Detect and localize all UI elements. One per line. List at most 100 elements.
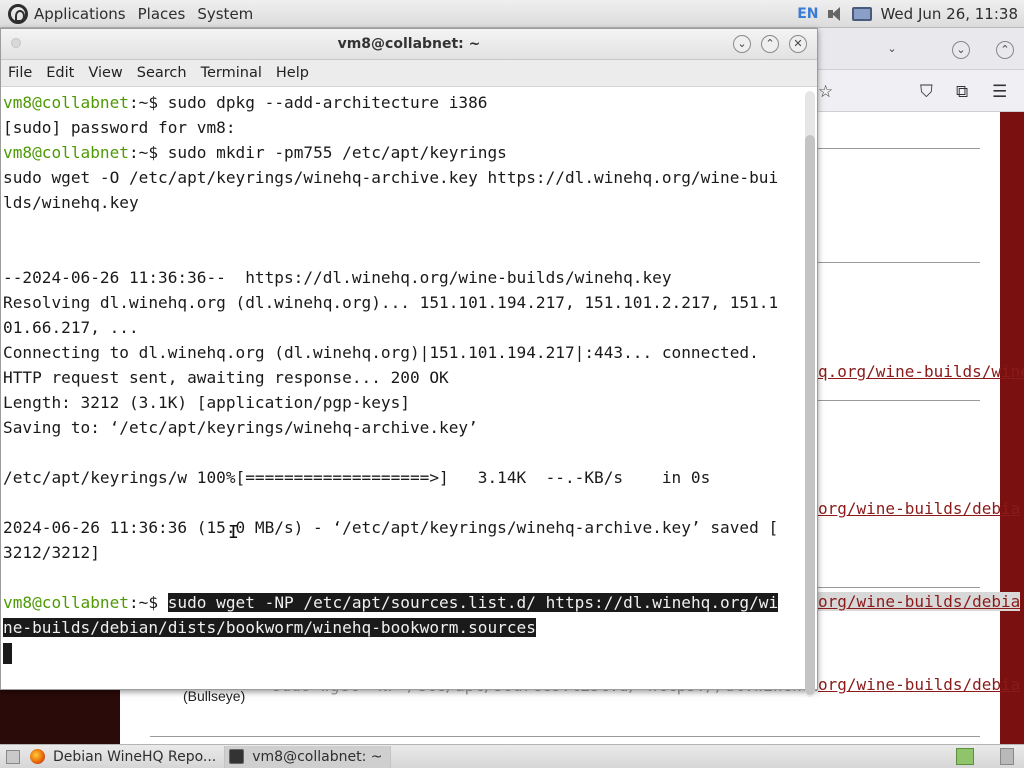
command-text: sudo dpkg --add-architecture i386 (167, 93, 488, 112)
applications-menu[interactable]: Applications (34, 5, 126, 23)
terminal-title-bar[interactable]: vm8@collabnet: ~ ⌄ ⌃ ✕ (1, 29, 817, 60)
output-text: /etc/apt/keyrings/w 100%[===============… (3, 468, 711, 487)
command-text: sudo mkdir -pm755 /etc/apt/keyrings (167, 143, 507, 162)
terminal-line: Saving to: ‘/etc/apt/keyrings/winehq-arc… (3, 415, 805, 440)
divider (818, 587, 980, 588)
taskbar-item-browser[interactable]: Debian WineHQ Repo... (26, 745, 226, 768)
terminal-line: 3212/3212] (3, 540, 805, 565)
output-text: --2024-06-26 11:36:36-- https://dl.wineh… (3, 268, 672, 287)
minimize-button[interactable]: ⌄ (733, 35, 751, 53)
output-text: 01.66.217, ... (3, 318, 139, 337)
page-side-strip (1000, 112, 1024, 744)
scrollbar-thumb[interactable] (805, 135, 815, 695)
output-text: 2024-06-26 11:36:36 (15.0 MB/s) - ‘/etc/… (3, 518, 779, 537)
clock[interactable]: Wed Jun 26, 11:38 (880, 5, 1018, 23)
bullseye-label: (Bullseye) (183, 688, 246, 704)
shell-prompt: vm8@collabnet (3, 143, 129, 162)
pocket-icon[interactable]: ⛉ (920, 82, 933, 102)
bottom-panel: Debian WineHQ Repo... vm8@collabnet: ~ (0, 744, 1024, 768)
hamburger-menu-icon[interactable]: ☰ (992, 82, 1007, 102)
terminal-menubar: File Edit View Search Terminal Help (1, 60, 817, 87)
divider (818, 148, 980, 149)
browser-title-bar: ⌄ ⌄ ⌃ (800, 28, 1024, 70)
shell-prompt: vm8@collabnet (3, 593, 129, 612)
terminal-line: 2024-06-26 11:36:36 (15.0 MB/s) - ‘/etc/… (3, 515, 805, 540)
prompt-suffix: :~$ (128, 143, 168, 162)
bookmark-star-icon[interactable]: ☆ (818, 82, 833, 102)
output-text: Resolving dl.winehq.org (dl.winehq.org).… (3, 293, 779, 312)
divider (150, 736, 980, 737)
menu-terminal[interactable]: Terminal (201, 65, 262, 81)
terminal-icon (229, 749, 245, 764)
shell-prompt: vm8@collabnet (3, 93, 129, 112)
divider (818, 262, 980, 263)
output-text: HTTP request sent, awaiting response... … (3, 368, 449, 387)
chevron-down-icon[interactable]: ⌄ (883, 41, 901, 59)
top-panel: Applications Places System EN Wed Jun 26… (0, 0, 1024, 28)
terminal-line: [sudo] password for vm8: (3, 115, 805, 140)
show-desktop-icon[interactable] (6, 749, 20, 764)
page-link[interactable]: org/wine-builds/debia (818, 675, 1020, 694)
terminal-line: vm8@collabnet:~$ sudo wget -NP /etc/apt/… (3, 590, 805, 615)
terminal-line: lds/winehq.key (3, 190, 805, 215)
taskbar-item-label: vm8@collabnet: ~ (252, 748, 383, 765)
network-icon[interactable] (852, 7, 873, 21)
workspace-switcher-icon[interactable] (956, 748, 974, 765)
text-cursor-ibeam-icon: I (228, 522, 239, 543)
extensions-icon[interactable]: ⧉ (956, 82, 968, 102)
volume-icon[interactable] (826, 6, 844, 22)
output-text: sudo wget -O /etc/apt/keyrings/winehq-ar… (3, 168, 779, 187)
prompt-suffix: :~$ (128, 93, 168, 112)
terminal-line: 01.66.217, ... (3, 315, 805, 340)
output-text: Saving to: ‘/etc/apt/keyrings/winehq-arc… (3, 418, 478, 437)
places-menu[interactable]: Places (138, 5, 186, 23)
terminal-line: vm8@collabnet:~$ sudo dpkg --add-archite… (3, 90, 805, 115)
terminal-window: vm8@collabnet: ~ ⌄ ⌃ ✕ File Edit View Se… (0, 28, 818, 697)
prompt-suffix: :~$ (128, 593, 168, 612)
keyboard-layout-indicator[interactable]: EN (797, 6, 818, 22)
system-tray: EN Wed Jun 26, 11:38 (797, 0, 1018, 28)
terminal-line: Length: 3212 (3.1K) [application/pgp-key… (3, 390, 805, 415)
close-button[interactable]: ✕ (789, 35, 807, 53)
trash-icon[interactable] (1000, 748, 1014, 765)
taskbar-item-label: Debian WineHQ Repo... (53, 748, 217, 765)
firefox-icon (30, 749, 45, 764)
browser-window: ⌄ ⌄ ⌃ ☆ ⛉ ⧉ ☰ (800, 28, 1024, 744)
window-title: vm8@collabnet: ~ (337, 36, 481, 52)
page-link[interactable]: org/wine-builds/debia (818, 499, 1020, 518)
taskbar-item-terminal[interactable]: vm8@collabnet: ~ (225, 745, 392, 768)
menu-search[interactable]: Search (137, 65, 187, 81)
terminal-scrollbar[interactable] (805, 91, 815, 697)
terminal-line: Connecting to dl.winehq.org (dl.winehq.o… (3, 340, 805, 365)
terminal-line: vm8@collabnet:~$ sudo mkdir -pm755 /etc/… (3, 140, 805, 165)
menu-view[interactable]: View (88, 65, 122, 81)
selected-text: ne-builds/debian/dists/bookworm/winehq-b… (3, 618, 536, 637)
terminal-output[interactable]: vm8@collabnet:~$ sudo dpkg --add-archite… (1, 87, 805, 689)
output-text: Length: 3212 (3.1K) [application/pgp-key… (3, 393, 410, 412)
command-text: sudo wget -NP /etc/apt/sources.list.d/ h… (167, 593, 779, 612)
system-menu[interactable]: System (197, 5, 253, 23)
page-link[interactable]: q.org/wine-builds/wine (818, 362, 1024, 381)
minimize-icon[interactable]: ⌄ (952, 41, 970, 59)
browser-content (800, 112, 1024, 744)
divider (818, 400, 980, 401)
menu-edit[interactable]: Edit (46, 65, 74, 81)
browser-toolbar: ☆ ⛉ ⧉ ☰ (800, 70, 1024, 112)
debian-logo-icon[interactable] (8, 3, 28, 24)
maximize-icon[interactable]: ⌃ (996, 41, 1014, 59)
page-link[interactable]: org/wine-builds/debia (818, 592, 1021, 611)
menu-file[interactable]: File (8, 65, 32, 81)
window-menu-icon[interactable] (11, 38, 21, 48)
output-text: lds/winehq.key (3, 193, 139, 212)
menu-help[interactable]: Help (276, 65, 309, 81)
terminal-line: HTTP request sent, awaiting response... … (3, 365, 805, 390)
terminal-line: /etc/apt/keyrings/w 100%[===============… (3, 465, 805, 490)
terminal-line: sudo wget -O /etc/apt/keyrings/winehq-ar… (3, 165, 805, 190)
output-text: 3212/3212] (3, 543, 100, 562)
terminal-cursor (3, 643, 12, 664)
maximize-button[interactable]: ⌃ (761, 35, 779, 53)
